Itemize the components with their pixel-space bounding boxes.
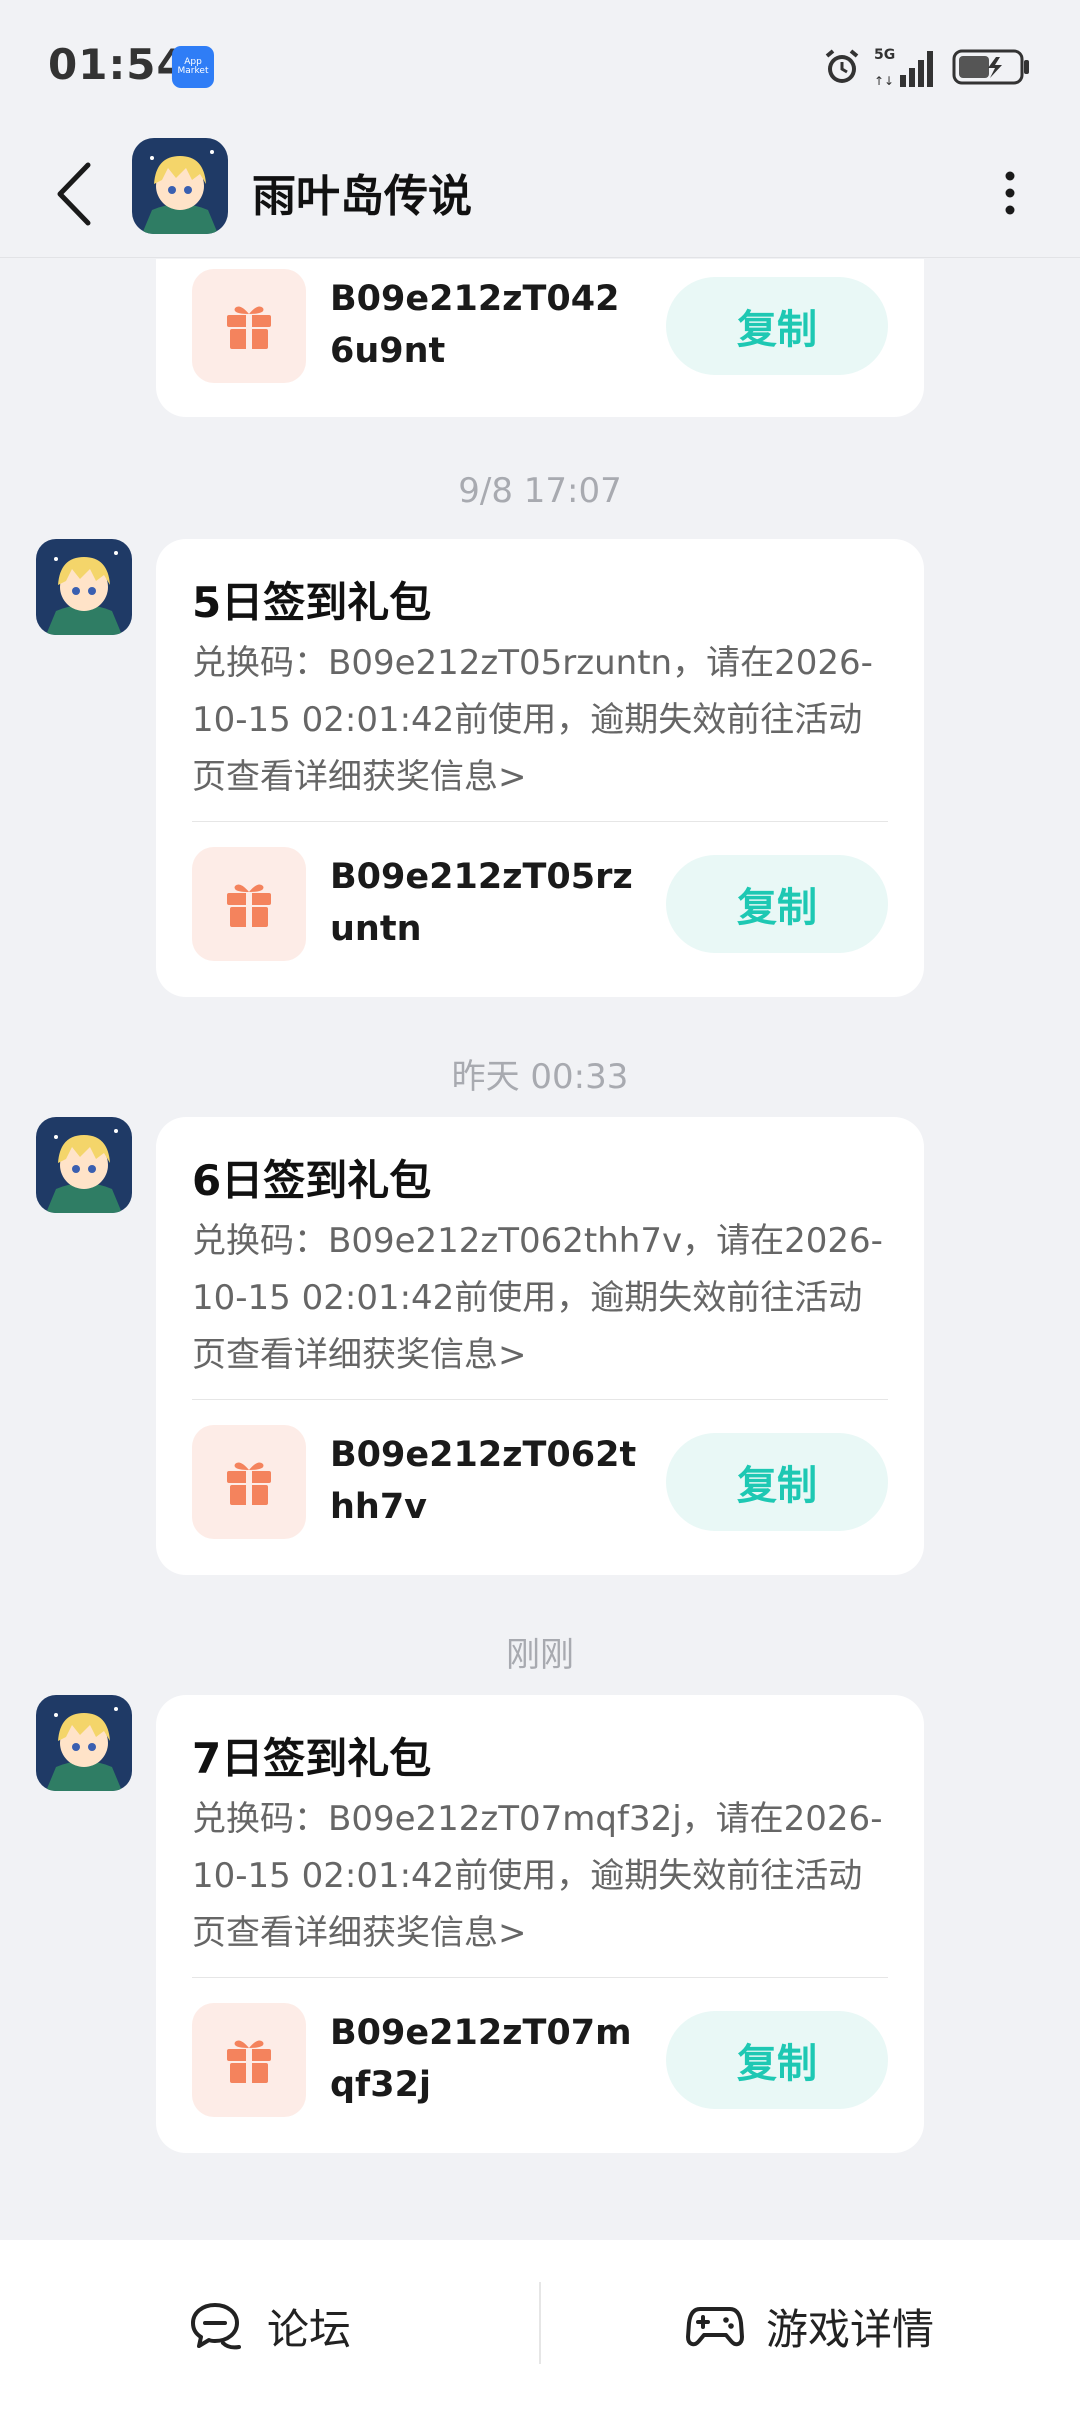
chevron-left-icon [57,162,91,226]
forum-button[interactable]: 论坛 [0,2240,540,2412]
copy-button[interactable]: 复制 [666,277,888,375]
more-button[interactable] [980,160,1040,226]
gift-icon [227,884,271,927]
card-title: 6日签到礼包 [192,1156,432,1205]
gift-icon-box [192,847,306,961]
divider [192,821,888,822]
app-market-icon: App Market [172,46,214,88]
divider [192,1977,888,1978]
gift-message-card: 6日签到礼包 兑换码：B09e212zT062thh7v，请在2026-10-1… [156,1117,924,1575]
gift-message-card: 7日签到礼包 兑换码：B09e212zT07mqf32j，请在2026-10-1… [156,1695,924,2153]
gift-icon [227,1462,271,1505]
game-avatar-image [132,138,228,234]
gift-icon-box [192,1425,306,1539]
gift-icon [227,2040,271,2083]
gift-code: B09e212zT0426u9nt [330,279,620,371]
status-right: 5G ↑↓ [822,44,1032,90]
gift-message-card: 5日签到礼包 兑换码：B09e212zT05rzuntn，请在2026-10-1… [156,539,924,997]
game-avatar[interactable] [132,138,228,234]
forum-label: 论坛 [266,2304,351,2354]
sender-avatar[interactable] [36,539,132,635]
card-title: 5日签到礼包 [192,578,432,627]
card-description[interactable]: 兑换码：B09e212zT062thh7v，请在2026-10-15 02:01… [192,1213,892,1384]
svg-text:↑↓: ↑↓ [874,74,894,88]
message-timestamp: 昨天 00:33 [451,1057,629,1097]
message-timestamp: 刚刚 [506,1635,574,1675]
alarm-icon [822,47,862,87]
copy-button[interactable]: 复制 [666,1433,888,1531]
gift-code: B09e212zT07mqf32j [330,2013,632,2105]
gift-icon [227,306,271,349]
card-title: 7日签到礼包 [192,1734,432,1783]
forum-icon [190,2303,241,2350]
sender-avatar-image [36,539,132,635]
gift-code: B09e212zT062thh7v [330,1435,637,1527]
gift-icon-box [192,2003,306,2117]
game-details-button[interactable]: 游戏详情 [540,2240,1080,2412]
message-timestamp: 9/8 17:07 [458,471,622,511]
gamepad-icon [685,2307,744,2347]
gift-icon-box [192,269,306,383]
signal-icon: 5G ↑↓ [872,45,942,89]
back-button[interactable] [44,156,104,232]
bottom-bar: 论坛 游戏详情 [0,2240,1080,2412]
card-description[interactable]: 兑换码：B09e212zT05rzuntn，请在2026-10-15 02:01… [192,635,892,806]
app-market-icon-text: App Market [177,57,209,76]
sender-avatar[interactable] [36,1117,132,1213]
card-description[interactable]: 兑换码：B09e212zT07mqf32j，请在2026-10-15 02:01… [192,1791,892,1962]
divider [192,1399,888,1400]
gift-message-card: B09e212zT0426u9nt 复制 [156,259,924,417]
gift-code: B09e212zT05rzuntn [330,857,633,949]
chat-header: 雨叶岛传说 [0,130,1080,258]
message-list[interactable]: B09e212zT0426u9nt 复制 9/8 17:07 5日签到礼包 兑换… [0,259,1080,2239]
status-time: 01:54 [48,40,187,89]
svg-text:5G: 5G [874,47,895,63]
status-bar: 01:54 App Market 5G ↑↓ [0,0,1080,130]
game-details-label: 游戏详情 [765,2304,934,2354]
page-title: 雨叶岛传说 [252,171,472,222]
more-vertical-icon [1005,171,1015,215]
sender-avatar-image [36,1117,132,1213]
battery-icon [952,47,1032,87]
copy-button[interactable]: 复制 [666,855,888,953]
sender-avatar-image [36,1695,132,1791]
sender-avatar[interactable] [36,1695,132,1791]
copy-button[interactable]: 复制 [666,2011,888,2109]
